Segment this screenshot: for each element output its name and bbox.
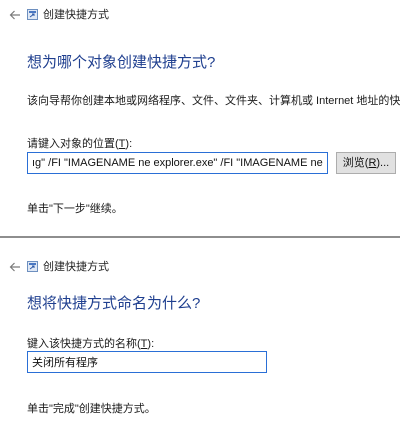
wizard-description: 该向导帮你创建本地或网络程序、文件、文件夹、计算机或 Internet 地址的快…	[27, 95, 400, 107]
finish-hint: 单击"完成"创建快捷方式。	[27, 403, 156, 415]
name-input-box[interactable]	[27, 351, 267, 373]
window-title: 创建快捷方式	[43, 9, 109, 21]
location-label: 请键入对象的位置(T):	[27, 138, 133, 150]
back-arrow-icon[interactable]	[8, 8, 22, 22]
location-input-box[interactable]	[27, 152, 328, 174]
wizard-panel-name: 创建快捷方式 想将快捷方式命名为什么? 键入该快捷方式的名称(T): 单击"完成…	[0, 238, 400, 429]
shortcut-wizard-icon	[27, 9, 38, 20]
title-bar: 创建快捷方式	[0, 238, 400, 273]
name-input[interactable]	[28, 352, 266, 372]
shortcut-wizard-icon	[27, 261, 38, 272]
next-hint: 单击"下一步"继续。	[27, 203, 123, 215]
window-title: 创建快捷方式	[43, 261, 109, 273]
back-arrow-icon[interactable]	[8, 260, 22, 274]
location-input[interactable]	[28, 153, 327, 173]
browse-button[interactable]: 浏览(R)...	[336, 152, 396, 174]
page-heading: 想将快捷方式命名为什么?	[27, 295, 201, 312]
title-bar: 创建快捷方式	[0, 0, 400, 30]
name-label: 键入该快捷方式的名称(T):	[27, 338, 155, 350]
page-heading: 想为哪个对象创建快捷方式?	[27, 54, 216, 71]
wizard-panel-location: 创建快捷方式 想为哪个对象创建快捷方式? 该向导帮你创建本地或网络程序、文件、文…	[0, 0, 400, 236]
